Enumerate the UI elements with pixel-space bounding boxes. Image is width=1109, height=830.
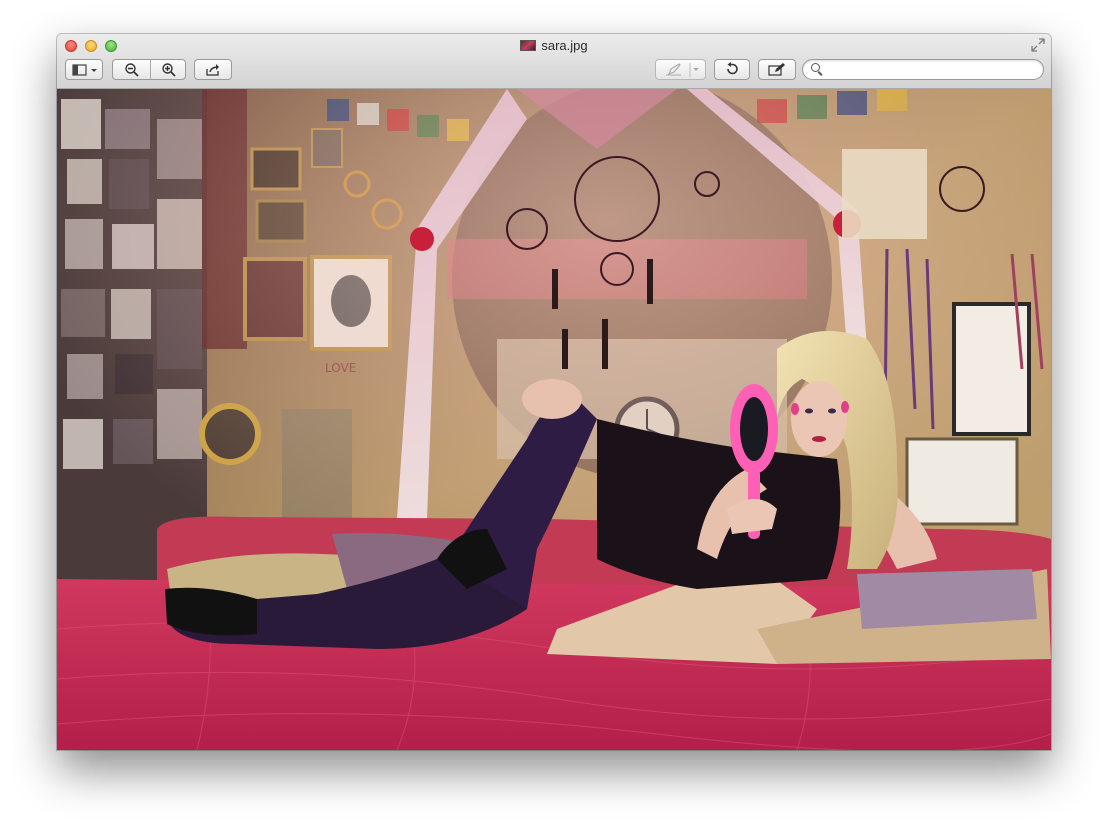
sidebar-icon xyxy=(72,64,97,76)
document-icon xyxy=(520,40,537,51)
pen-icon xyxy=(665,63,699,77)
zoom-out-button[interactable] xyxy=(113,60,150,79)
zoom-control xyxy=(112,59,186,80)
title-bar[interactable]: sara.jpg xyxy=(57,34,1051,89)
share-icon xyxy=(206,64,219,76)
rotate-button[interactable] xyxy=(714,59,750,80)
preview-window: sara.jpg xyxy=(57,34,1051,750)
purple-pillow-right xyxy=(857,569,1037,629)
window-title: sara.jpg xyxy=(57,38,1051,54)
zoom-in-button[interactable] xyxy=(151,60,187,79)
search-icon xyxy=(811,63,820,72)
edit-icon xyxy=(768,63,785,76)
rotate-icon xyxy=(727,62,738,75)
parchment-drawing xyxy=(842,149,927,239)
markup-button[interactable] xyxy=(655,59,706,80)
search-input[interactable] xyxy=(825,61,1039,80)
sidebar-view-button[interactable] xyxy=(65,59,103,80)
zoom-out-icon xyxy=(124,63,139,77)
fullscreen-icon[interactable] xyxy=(1031,38,1045,52)
zoom-in-icon xyxy=(162,63,176,77)
edit-button[interactable] xyxy=(758,59,796,80)
window-title-text: sara.jpg xyxy=(541,38,588,53)
framed-sketch xyxy=(905,437,1019,526)
share-button[interactable] xyxy=(194,59,232,80)
face xyxy=(791,381,847,457)
search-field[interactable] xyxy=(802,59,1044,80)
displayed-photo: LOVE xyxy=(57,89,1051,750)
photo-viewer: LOVE xyxy=(57,89,1051,750)
